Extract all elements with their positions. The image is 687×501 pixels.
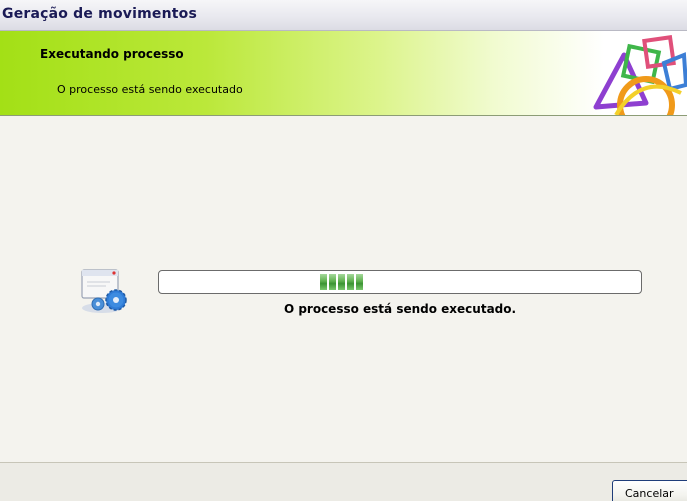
header-subtitle: O processo está sendo executado xyxy=(57,83,243,96)
title-bar[interactable]: Geração de movimentos xyxy=(0,0,687,31)
content-area: O processo está sendo executado. xyxy=(0,116,687,462)
window-title: Geração de movimentos xyxy=(2,6,197,22)
status-message: O processo está sendo executado. xyxy=(283,302,517,316)
shapes-logo-icon xyxy=(586,33,687,115)
progress-chunk xyxy=(329,274,336,290)
dialog-window: Geração de movimentos Executando process… xyxy=(0,0,687,501)
wizard-header: Executando processo O processo está send… xyxy=(0,31,687,116)
progress-chunk xyxy=(356,274,363,290)
progress-chunk xyxy=(347,274,354,290)
progress-chunk xyxy=(320,274,327,290)
progress-chunk xyxy=(338,274,345,290)
computer-gears-icon xyxy=(76,266,134,316)
header-title: Executando processo xyxy=(40,47,184,61)
progress-bar xyxy=(158,270,642,294)
cancel-button[interactable]: Cancelar xyxy=(612,480,687,501)
footer-bar: Cancelar xyxy=(0,462,687,501)
progress-marquee xyxy=(320,274,363,290)
